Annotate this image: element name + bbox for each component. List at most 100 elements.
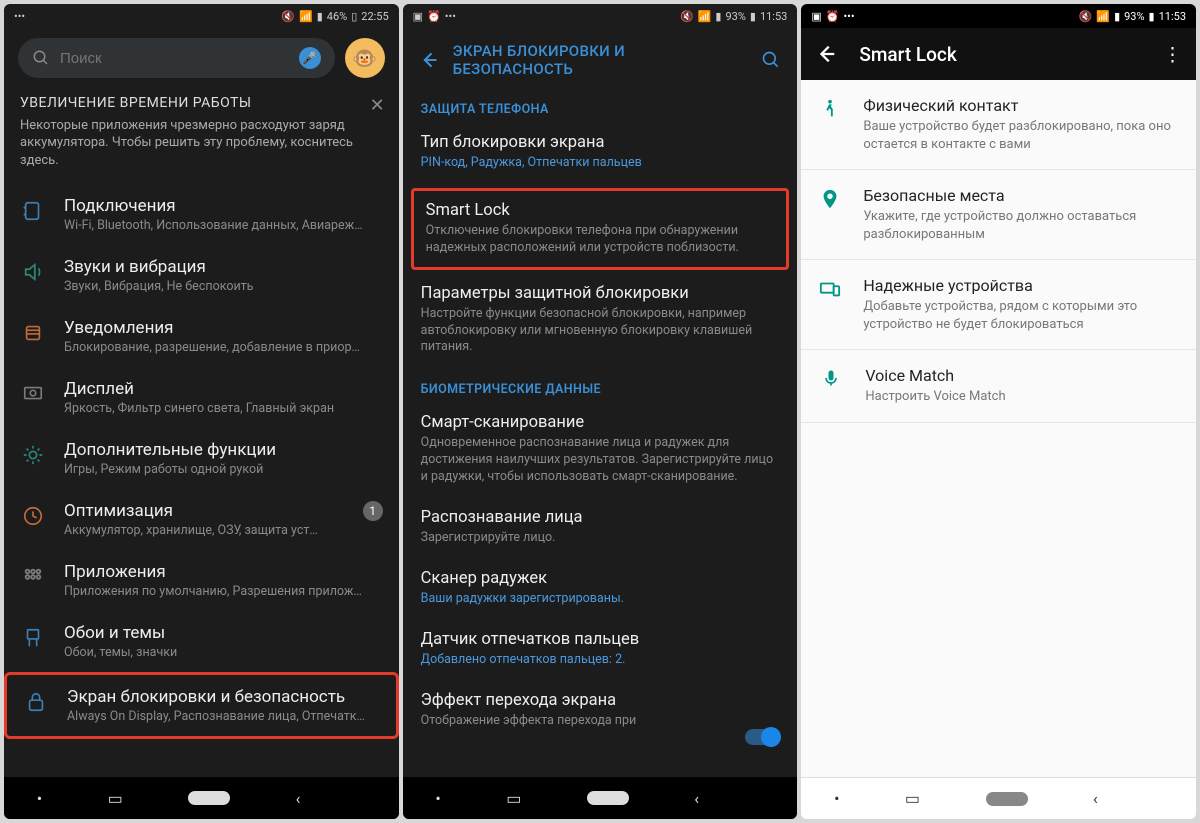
dot-icon: • — [37, 789, 42, 808]
battery-icon: ▮ — [1149, 10, 1155, 23]
security-item[interactable]: Параметры защитной блокировки Настройте … — [403, 274, 798, 369]
item-title: Безопасные места — [863, 186, 1178, 205]
settings-item-optimization[interactable]: Оптимизация Аккумулятор, хранилище, ОЗУ,… — [4, 489, 399, 550]
devices-icon — [819, 278, 841, 300]
walk-icon — [819, 98, 841, 120]
smartlock-item-devices[interactable]: Надежные устройства Добавьте устройства,… — [801, 260, 1196, 350]
clock: 11:53 — [1159, 10, 1186, 23]
more-icon: ••• — [843, 10, 854, 23]
signal-icon: ▮ — [1114, 10, 1120, 23]
item-title: Экран блокировки и безопасность — [67, 687, 380, 707]
settings-item-notifications[interactable]: Уведомления Блокирование, разрешение, до… — [4, 306, 399, 367]
item-subtitle: Блокирование, разрешение, добавление в п… — [64, 340, 383, 355]
search-icon — [32, 49, 50, 67]
home-button[interactable] — [587, 791, 629, 805]
item-subtitle: Ваше устройство будет разблокировано, по… — [863, 118, 1178, 153]
item-title: Подключения — [64, 196, 383, 216]
battery-percent: 93% — [725, 10, 745, 23]
security-item[interactable]: Распознавание лица Зарегистрируйте лицо. — [403, 498, 798, 559]
apps-icon — [20, 564, 46, 590]
screenshot-icon: ▣ — [811, 10, 821, 23]
connections-icon — [20, 198, 46, 224]
item-title: Дополнительные функции — [64, 440, 383, 460]
mic-icon[interactable]: 🎤 — [299, 47, 321, 69]
section-biometrics: БИОМЕТРИЧЕСКИЕ ДАННЫЕ — [403, 368, 798, 403]
statusbar: ▣ ⏰ ••• 🔇 📶 ▮ 93% ▮ 11:53 — [403, 4, 798, 28]
smartlock-item-mic[interactable]: Voice Match Настроить Voice Match — [801, 350, 1196, 423]
item-subtitle: Звуки, Вибрация, Не беспокоить — [64, 279, 383, 294]
security-item[interactable]: Тип блокировки экрана PIN-код, Радужка, … — [403, 123, 798, 184]
item-subtitle: Приложения по умолчанию, Разрешения прил… — [64, 584, 383, 599]
battery-tip[interactable]: УВЕЛИЧЕНИЕ ВРЕМЕНИ РАБОТЫ Некоторые прил… — [4, 84, 399, 184]
back-button[interactable]: ‹ — [1093, 789, 1098, 808]
security-item[interactable]: Датчик отпечатков пальцев Добавлено отпе… — [403, 620, 798, 681]
settings-item-apps[interactable]: Приложения Приложения по умолчанию, Разр… — [4, 550, 399, 611]
back-button[interactable]: ‹ — [694, 789, 699, 808]
security-item[interactable]: Смарт-сканирование Одновременное распозн… — [403, 403, 798, 498]
lock-icon — [23, 689, 49, 715]
smartlock-item-walk[interactable]: Физический контакт Ваше устройство будет… — [801, 80, 1196, 170]
item-title: Смарт-сканирование — [421, 413, 780, 432]
settings-item-advanced[interactable]: Дополнительные функции Игры, Режим работ… — [4, 428, 399, 489]
mute-icon: 🔇 — [281, 10, 295, 23]
item-subtitle: Настроить Voice Match — [865, 388, 1005, 406]
mute-icon: 🔇 — [680, 10, 694, 23]
more-icon: ••• — [14, 10, 25, 23]
wifi-icon: 📶 — [299, 10, 313, 23]
dot-icon: • — [435, 789, 440, 808]
home-button[interactable] — [188, 791, 230, 805]
settings-item-lock[interactable]: Экран блокировки и безопасность Always O… — [4, 672, 399, 739]
close-icon[interactable]: ✕ — [370, 94, 385, 118]
search-icon[interactable] — [761, 50, 781, 70]
settings-item-connections[interactable]: Подключения Wi-Fi, Bluetooth, Использова… — [4, 184, 399, 245]
recents-button[interactable]: ▭ — [905, 789, 920, 808]
section-protection: ЗАЩИТА ТЕЛЕФОНА — [403, 88, 798, 123]
advanced-icon — [20, 442, 46, 468]
display-icon — [20, 381, 46, 407]
mic-icon — [819, 368, 843, 388]
badge: 1 — [363, 501, 383, 521]
item-subtitle: Игры, Режим работы одной рукой — [64, 462, 383, 477]
settings-item-sound[interactable]: Звуки и вибрация Звуки, Вибрация, Не бес… — [4, 245, 399, 306]
item-title: Физический контакт — [863, 96, 1178, 115]
signal-icon: ▮ — [317, 10, 323, 23]
item-subtitle: Обои, темы, значки — [64, 645, 383, 660]
item-title: Надежные устройства — [863, 276, 1178, 295]
alarm-icon: ⏰ — [427, 10, 441, 23]
settings-item-themes[interactable]: Обои и темы Обои, темы, значки — [4, 611, 399, 672]
avatar[interactable]: 🐵 — [345, 38, 385, 78]
search-input[interactable] — [60, 50, 289, 67]
home-button[interactable] — [986, 792, 1028, 806]
wifi-icon: 📶 — [1096, 10, 1110, 23]
back-icon[interactable] — [815, 43, 837, 65]
security-item[interactable]: Smart Lock Отключение блокировки телефон… — [411, 188, 790, 270]
navbar: • ▭ ‹ — [4, 777, 399, 819]
security-item[interactable]: Сканер радужек Ваши радужки зарегистриро… — [403, 559, 798, 620]
item-subtitle: Настройте функции безопасной блокировки,… — [421, 306, 780, 357]
wifi-icon: 📶 — [698, 10, 712, 23]
recents-button[interactable]: ▭ — [506, 789, 521, 808]
smartlock-item-place[interactable]: Безопасные места Укажите, где устройство… — [801, 170, 1196, 260]
security-item[interactable]: Эффект перехода экрана Отображение эффек… — [403, 681, 798, 742]
overflow-icon[interactable]: ⋮ — [1163, 43, 1182, 66]
tip-body: Некоторые приложения чрезмерно расходуют… — [20, 117, 383, 170]
screenshot-icon: ▣ — [413, 10, 423, 23]
item-subtitle: Аккумулятор, хранилище, ОЗУ, защита уст… — [64, 523, 345, 538]
optimization-icon — [20, 503, 46, 529]
item-subtitle: Одновременное распознавание лица и радуж… — [421, 435, 780, 486]
back-button[interactable]: ‹ — [296, 789, 301, 808]
item-subtitle: Зарегистрируйте лицо. — [421, 530, 780, 547]
item-subtitle: Отображение эффекта перехода при — [421, 713, 780, 730]
notifications-icon — [20, 320, 46, 346]
settings-item-display[interactable]: Дисплей Яркость, Фильтр синего света, Гл… — [4, 367, 399, 428]
appbar: Smart Lock ⋮ — [801, 28, 1196, 80]
tip-title: УВЕЛИЧЕНИЕ ВРЕМЕНИ РАБОТЫ — [20, 94, 383, 113]
back-icon[interactable] — [419, 50, 439, 70]
item-subtitle: Яркость, Фильтр синего света, Главный эк… — [64, 401, 383, 416]
recents-button[interactable]: ▭ — [108, 789, 123, 808]
item-title: Приложения — [64, 562, 383, 582]
header-title: ЭКРАН БЛОКИРОВКИ И БЕЗОПАСНОСТЬ — [453, 42, 748, 78]
search-field[interactable]: 🎤 — [18, 38, 335, 78]
mute-icon: 🔇 — [1079, 10, 1093, 23]
toggle-switch[interactable] — [745, 729, 779, 745]
